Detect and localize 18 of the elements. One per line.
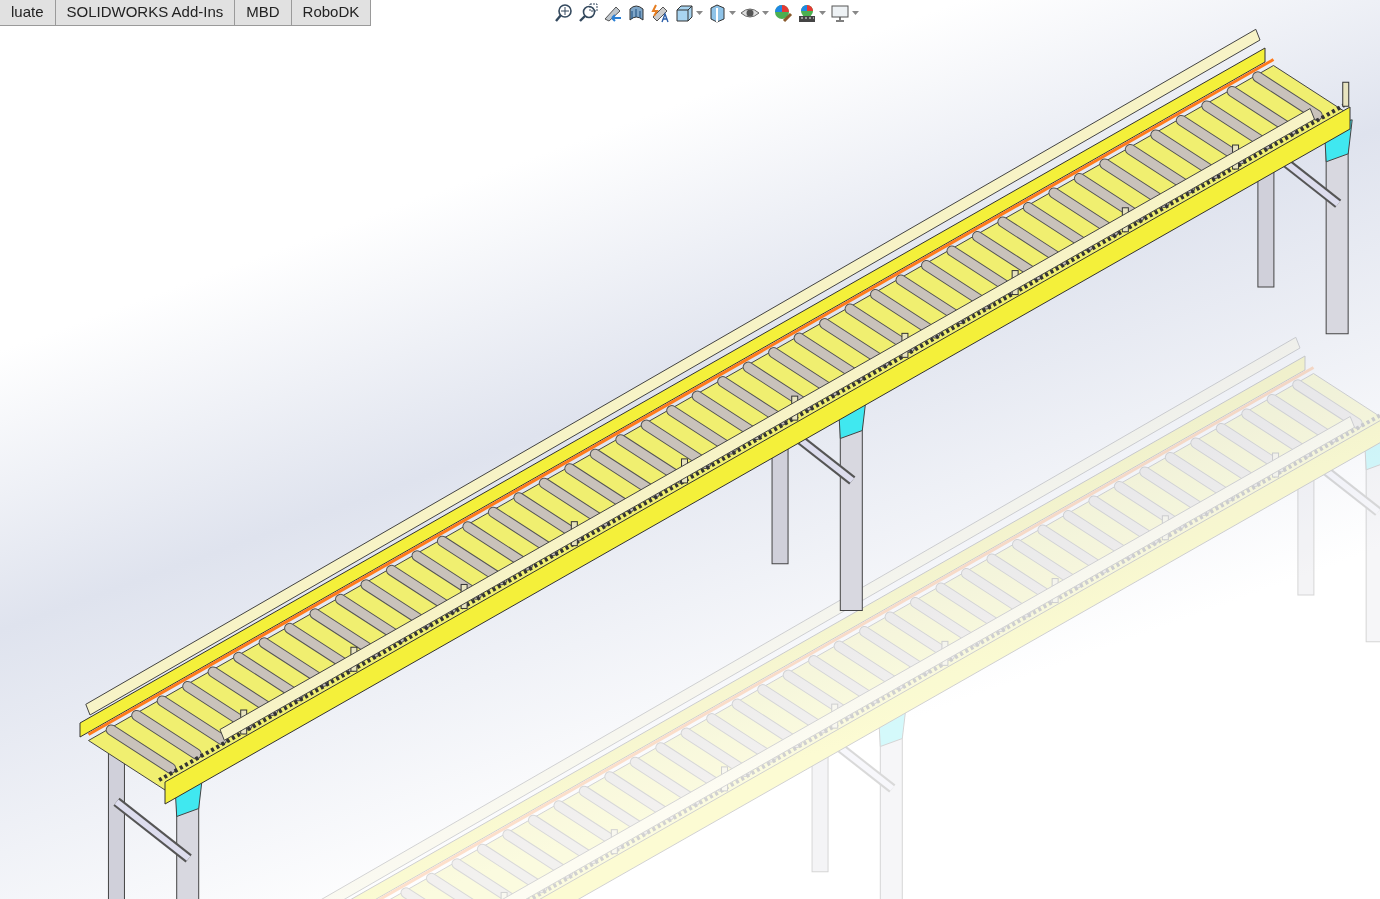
ribbon-tab[interactable]: MBD	[235, 0, 292, 26]
edit-appearance-icon[interactable]	[773, 3, 793, 23]
dynamic-annotation-icon[interactable]	[650, 3, 670, 23]
ribbon-tab[interactable]: luate	[0, 0, 56, 26]
ribbon-tab[interactable]: RoboDK	[291, 0, 372, 26]
scenes-icon[interactable]	[797, 3, 817, 23]
dropdown-caret-icon[interactable]	[819, 11, 826, 15]
dropdown-caret-icon[interactable]	[852, 11, 859, 15]
section-view-icon[interactable]	[626, 3, 646, 23]
dropdown-caret-icon[interactable]	[762, 11, 769, 15]
dropdown-caret-icon[interactable]	[729, 11, 736, 15]
dropdown-caret-icon[interactable]	[696, 11, 703, 15]
display-style-icon[interactable]	[707, 3, 727, 23]
ribbon-tab[interactable]: SOLIDWORKS Add-Ins	[55, 0, 236, 26]
view-settings-icon[interactable]	[830, 3, 850, 23]
zoom-area-icon[interactable]	[578, 3, 598, 23]
view-orientation-icon[interactable]	[674, 3, 694, 23]
zoom-fit-icon[interactable]	[554, 3, 574, 23]
